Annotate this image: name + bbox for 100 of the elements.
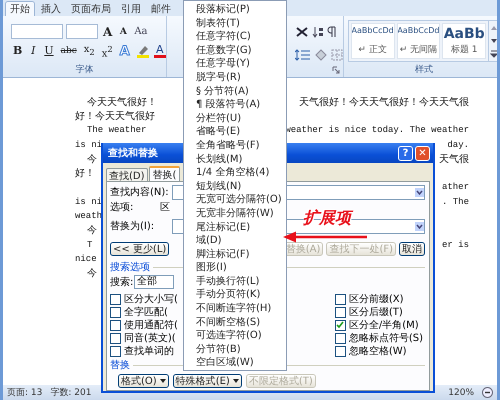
checkbox-label: 全字匹配( — [124, 306, 168, 319]
checkbox[interactable] — [110, 294, 121, 304]
font-tool-button[interactable]: I — [27, 44, 40, 58]
page-count: 页面: 13 — [7, 387, 42, 399]
field-label: 查找内容(N): — [110, 186, 170, 199]
checkbox[interactable] — [334, 294, 346, 304]
menu-item[interactable]: 空白区域(W) — [184, 356, 286, 370]
checkbox[interactable] — [110, 320, 121, 330]
document-text: ather — [442, 181, 469, 194]
format-button[interactable]: 格式(O) — [118, 374, 169, 388]
dropdown-icon[interactable] — [415, 188, 424, 196]
style-tile[interactable]: AaBbCcDd ↵ 正文 — [350, 23, 395, 59]
font-tool-button[interactable]: abc — [58, 44, 79, 58]
menu-item[interactable]: 无宽非分隔符(W) — [184, 206, 286, 220]
font-tool-button[interactable]: A — [154, 44, 166, 58]
less-button[interactable]: << 更少(L) — [110, 242, 170, 256]
menu-item[interactable]: 任意数字(G) — [184, 44, 286, 58]
menu-item[interactable]: 分节符(B) — [184, 342, 286, 356]
menu-item[interactable]: 长划线(M) — [184, 152, 286, 166]
font-tool-button[interactable]: A — [117, 24, 130, 38]
dropdown-icon[interactable] — [415, 222, 424, 230]
dialog-tab[interactable]: 查找(D) — [106, 168, 148, 181]
document-text: The weather — [86, 124, 146, 138]
font-tool-button[interactable]: Aa — [132, 24, 150, 38]
paragraph-mark-icon[interactable] — [326, 26, 337, 38]
annotation-label: 扩展项 — [303, 208, 351, 229]
menu-item[interactable]: 短划线(N) — [184, 180, 286, 194]
zoom-out-icon[interactable] — [482, 387, 493, 398]
menu-item[interactable]: 分栏符(U) — [184, 112, 286, 126]
checkbox-label: 同音(英文)( — [124, 332, 176, 345]
ribbon-tab[interactable]: 插入 — [37, 1, 65, 16]
menu-item[interactable]: 脱字号(R) — [184, 70, 286, 85]
menu-item[interactable]: 省略号(E) — [184, 125, 286, 139]
ribbon-tab[interactable]: 引用 — [117, 1, 145, 16]
checkbox[interactable] — [110, 306, 121, 318]
dialog-button[interactable]: 取消 — [399, 242, 425, 256]
ribbon-tab[interactable]: 邮件 — [147, 1, 175, 16]
options-value: 区 — [160, 201, 170, 214]
checkbox[interactable] — [334, 320, 346, 330]
menu-item[interactable]: 任意字母(Y) — [184, 57, 286, 71]
menu-item[interactable]: 图形(I) — [184, 261, 286, 275]
dialog-tab[interactable]: 替换( — [148, 166, 180, 181]
checkbox-label: 区分前缀(X) — [348, 293, 404, 306]
font-tool-button[interactable]: x$_{2}$ — [82, 44, 97, 58]
line-spacing-icon[interactable] — [294, 48, 311, 60]
font-tool-button[interactable]: x$^{2}$ — [100, 44, 115, 58]
checkbox[interactable] — [334, 346, 346, 356]
style-tile[interactable]: AaBbCcDd ↵ 无间隔 — [396, 23, 440, 59]
help-button[interactable]: ? — [398, 146, 413, 160]
menu-item[interactable]: 尾注标记(E) — [184, 220, 286, 234]
ribbon-tab[interactable]: 页面布局 — [67, 1, 115, 16]
checkbox[interactable] — [334, 306, 346, 318]
document-text: 今 — [86, 267, 97, 280]
checkbox[interactable] — [110, 332, 121, 344]
menu-item[interactable]: 1/4 全角空格(4) — [184, 166, 286, 180]
checkbox-label: 区分全/半角(M) — [348, 318, 419, 332]
group-label: 样式 — [414, 64, 434, 76]
dialog-title: 查找和替换 — [108, 146, 158, 160]
menu-item[interactable]: § 分节符(A) — [184, 84, 286, 98]
menu-item[interactable]: 全角省略号(F) — [184, 138, 286, 153]
document-text: 今 — [86, 152, 97, 166]
shading-icon[interactable] — [314, 48, 328, 60]
checkbox-label: 区分后缀(T) — [348, 306, 403, 319]
menu-item[interactable]: 任意字符(C) — [184, 30, 286, 44]
menu-item[interactable]: 无宽可选分隔符(O) — [184, 193, 286, 207]
dialog-launcher-icon[interactable] — [332, 66, 340, 74]
menu-item[interactable]: 手动换行符(L) — [184, 274, 286, 288]
more-styles-icon[interactable] — [490, 49, 497, 60]
menu-item[interactable]: 可选连字符(O) — [184, 329, 286, 343]
checkbox-label: 忽略标点符号(S) — [348, 332, 423, 345]
highlighter-icon[interactable] — [134, 44, 151, 58]
sort-icon[interactable] — [312, 26, 324, 38]
font-size-field[interactable] — [66, 24, 98, 39]
menu-item[interactable]: 不间断连字符(H) — [184, 302, 286, 316]
menu-item[interactable]: 制表符(T) — [184, 16, 286, 30]
document-text: 天气很 — [439, 152, 469, 166]
menu-item[interactable]: 段落标记(P) — [184, 3, 286, 17]
field-label: 搜索: — [110, 276, 132, 289]
document-text: 好！今天天气很好 — [75, 110, 155, 123]
font-name-field[interactable] — [11, 24, 63, 39]
close-button[interactable]: ✕ — [415, 146, 430, 160]
group-label: 字体 — [74, 64, 94, 76]
font-tool-button[interactable]: U — [42, 44, 56, 58]
font-tool-button[interactable]: A — [101, 24, 114, 38]
checkbox[interactable] — [110, 346, 121, 356]
menu-item[interactable]: 手动分页符(K) — [184, 288, 286, 302]
menu-item[interactable]: 不间断空格(S) — [184, 316, 286, 330]
format-button[interactable]: 特殊格式(E) — [172, 374, 242, 388]
search-direction-field[interactable]: 全部 — [134, 275, 174, 289]
zoom-level: 120% — [448, 388, 474, 398]
caret-icon — [160, 379, 166, 383]
ribbon-tab[interactable]: 开始 — [5, 1, 35, 16]
section-title: 搜索选项 — [110, 260, 150, 274]
style-tile[interactable]: AaBb 标题 1 — [442, 23, 486, 59]
checkbox[interactable] — [334, 332, 346, 344]
font-tool-button[interactable]: B — [11, 44, 24, 58]
document-text: . The — [442, 196, 469, 209]
asian-layout-icon[interactable] — [294, 26, 309, 38]
menu-item[interactable]: ¶ 段落符号(A) — [184, 98, 286, 112]
caret-icon — [232, 379, 239, 383]
